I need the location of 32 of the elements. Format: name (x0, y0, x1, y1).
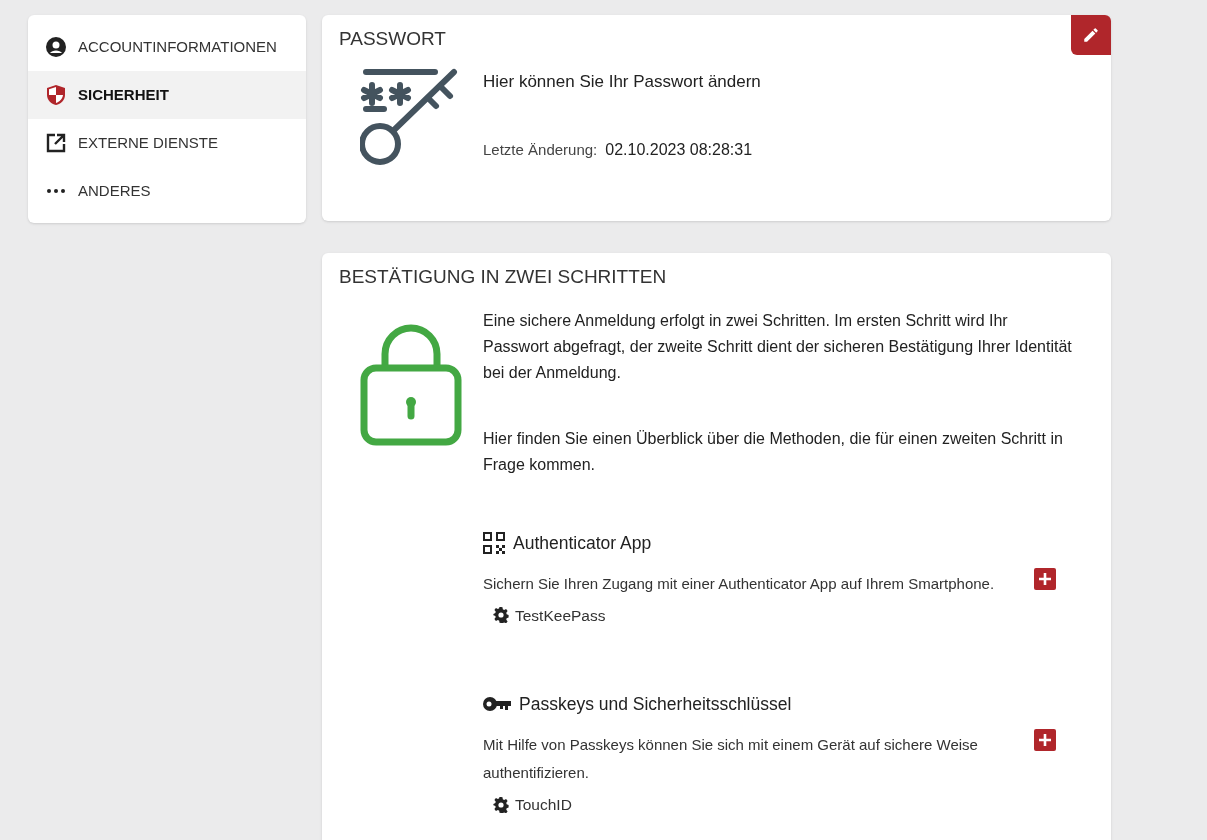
add-button[interactable] (1034, 567, 1056, 590)
shield-icon (46, 84, 66, 106)
last-changed-value: 02.10.2023 08:28:31 (605, 140, 753, 160)
gear-icon (493, 796, 509, 813)
more-dots-icon (47, 189, 65, 193)
plus-icon (1039, 572, 1051, 585)
sidebar-item[interactable]: ACCOUNTINFORMATIONEN (28, 23, 306, 71)
method-title: Authenticator App (513, 531, 652, 555)
sidebar-item[interactable]: EXTERNE DIENSTE (28, 119, 306, 167)
edit-button[interactable] (1071, 15, 1111, 55)
card-title: PASSWORT (339, 27, 446, 51)
info-paragraph: Hier finden Sie einen Überblick über die Methoden, die für einen zweiten Schritt in Frage kommen. (483, 428, 1064, 475)
last-changed-label: Letzte Änderung: (483, 140, 598, 160)
card-title: BESTÄTIGUNG IN ZWEI SCHRITTEN (339, 265, 667, 289)
gear-icon (493, 607, 509, 624)
key-icon (483, 697, 511, 712)
user-circle-icon (46, 37, 66, 57)
pencil-icon (1082, 26, 1100, 44)
method-title: Passkeys und Sicherheitsschlüssel (519, 693, 792, 716)
configured-entry[interactable]: TestKeePass (515, 603, 606, 627)
plus-icon (1039, 734, 1051, 746)
description-text: Hier können Sie Ihr Passwort ändern (483, 70, 761, 93)
qr-code-icon (483, 531, 505, 554)
info-paragraph: Eine sichere Anmeldung erfolgt in zwei Schritten. Im ersten Schritt wird Ihr Passwort abgefragt, der zweite Schritt dient der sicheren Bestätigung Ihrer Identität bei der Anmeldung. (483, 310, 1073, 383)
configured-entry[interactable]: TouchID (515, 793, 572, 817)
sidebar-item[interactable]: ANDERES (28, 167, 306, 215)
sidebar-item[interactable]: SICHERHEIT (28, 71, 306, 119)
method-description: Sichern Sie Ihren Zugang mit einer Authenticator App auf Ihrem Smartphone. (483, 573, 996, 594)
add-button[interactable] (1034, 729, 1056, 751)
external-link-icon (46, 133, 66, 153)
key-password-icon (360, 67, 458, 166)
method-description: Mit Hilfe von Passkeys können Sie sich mit einem Gerät auf sichere Weise authentifizieren. (483, 735, 979, 784)
